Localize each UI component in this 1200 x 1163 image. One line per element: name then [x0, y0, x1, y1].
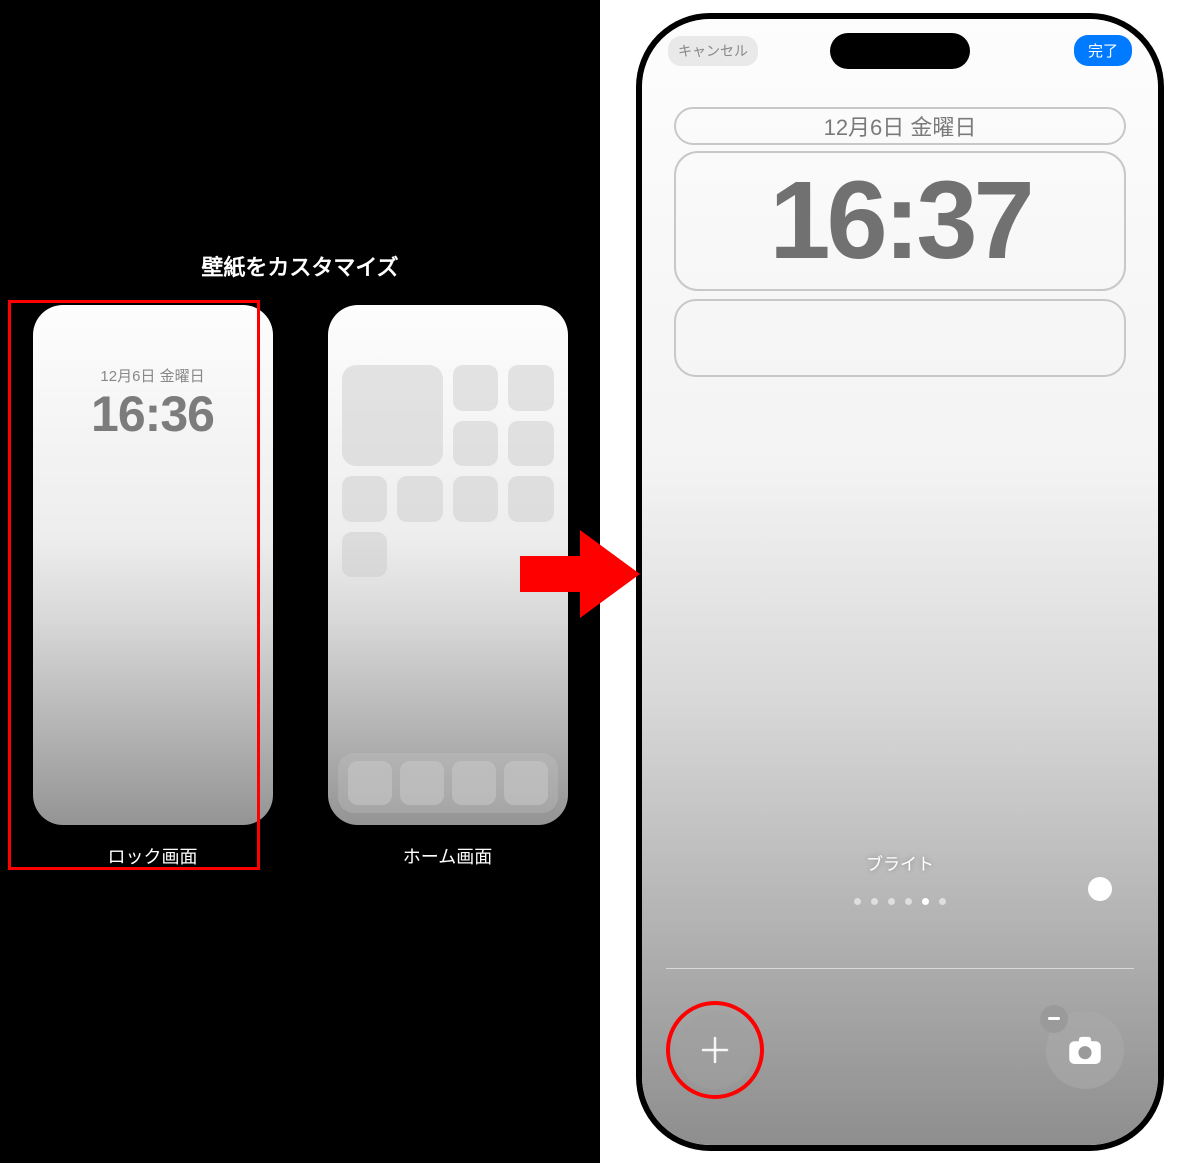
home-app-icon — [342, 532, 388, 578]
page-dot[interactable] — [939, 898, 946, 905]
arrow-icon — [520, 530, 640, 618]
phone-frame: キャンセル 完了 12月6日 金曜日 16:37 ブライト — [636, 13, 1164, 1151]
dock-icon — [400, 761, 444, 805]
home-dock — [338, 753, 558, 813]
cancel-button[interactable]: キャンセル — [668, 36, 758, 66]
page-dot[interactable] — [905, 898, 912, 905]
plus-icon — [698, 1033, 732, 1067]
separator — [666, 968, 1134, 969]
page-dot[interactable] — [922, 898, 929, 905]
depth-toggle[interactable] — [1088, 877, 1112, 901]
photo-shuffle-button[interactable] — [1046, 1011, 1124, 1089]
time-widget[interactable]: 16:37 — [674, 151, 1126, 291]
dock-icon — [504, 761, 548, 805]
page-dot[interactable] — [854, 898, 861, 905]
dock-icon — [348, 761, 392, 805]
home-app-icon — [453, 365, 499, 411]
home-app-icon — [508, 421, 554, 467]
done-button[interactable]: 完了 — [1074, 35, 1132, 66]
home-widget-icon — [342, 365, 443, 466]
bottom-widget-slot[interactable] — [674, 299, 1126, 377]
lock-screen-preview-column: 12月6日 金曜日 16:36 ロック画面 — [15, 305, 290, 869]
customize-title: 壁紙をカスタマイズ — [0, 250, 600, 282]
home-app-icon — [397, 476, 443, 522]
home-app-icon — [453, 421, 499, 467]
home-app-icon — [508, 476, 554, 522]
editor-header: キャンセル 完了 — [642, 33, 1158, 69]
editor-panel: キャンセル 完了 12月6日 金曜日 16:37 ブライト — [600, 0, 1200, 1163]
filter-name: ブライト — [642, 850, 1158, 875]
home-screen-label: ホーム画面 — [403, 843, 492, 869]
home-app-icon — [342, 476, 388, 522]
lock-screen-label: ロック画面 — [108, 843, 198, 869]
add-widget-button[interactable] — [676, 1011, 754, 1089]
date-widget[interactable]: 12月6日 金曜日 — [674, 107, 1126, 145]
preview-time: 16:36 — [33, 385, 273, 443]
home-app-icon — [453, 476, 499, 522]
page-dot[interactable] — [871, 898, 878, 905]
time-widget-text: 16:37 — [769, 157, 1030, 284]
home-app-icon — [508, 365, 554, 411]
page-dots[interactable] — [642, 898, 1158, 905]
lock-screen-preview[interactable]: 12月6日 金曜日 16:36 — [33, 305, 273, 825]
date-widget-text: 12月6日 金曜日 — [824, 110, 977, 142]
page-dot[interactable] — [888, 898, 895, 905]
customize-panel: 壁紙をカスタマイズ 12月6日 金曜日 16:36 ロック画面 — [0, 0, 600, 1163]
previews-row: 12月6日 金曜日 16:36 ロック画面 — [0, 305, 600, 869]
camera-icon — [1064, 1029, 1106, 1071]
dock-icon — [452, 761, 496, 805]
preview-date: 12月6日 金曜日 — [33, 365, 273, 386]
minus-icon — [1040, 1005, 1068, 1033]
